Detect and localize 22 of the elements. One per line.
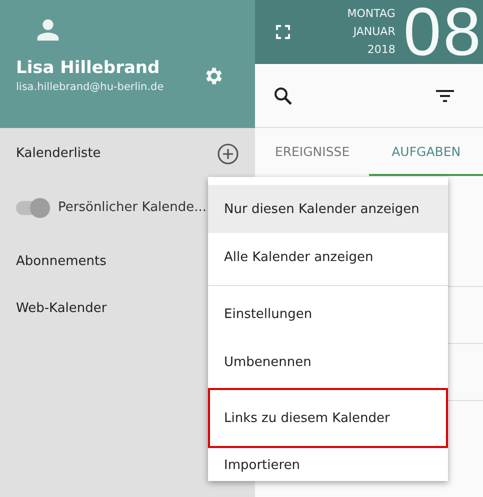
search-icon[interactable] [273, 86, 294, 106]
menu-item[interactable]: Links zu diesem Kalender [208, 388, 448, 448]
sidebar-item[interactable]: Web-Kalender [16, 300, 107, 316]
filter-icon[interactable] [435, 88, 455, 102]
toggle-switch[interactable] [16, 200, 50, 214]
tab[interactable]: EREIGNISSE [255, 128, 370, 176]
user-email: lisa.hillebrand@hu-berlin.de [16, 81, 165, 93]
menu-item[interactable]: Nur diesen Kalender anzeigen [208, 185, 448, 233]
add-icon[interactable] [217, 142, 240, 164]
menu-item[interactable]: Alle Kalender anzeigen [208, 233, 448, 281]
menu-item[interactable]: Einstellungen [208, 290, 448, 338]
user-name: Lisa Hillebrand [16, 58, 161, 78]
weekday-label: MONTAG [347, 6, 396, 22]
sidebar-item[interactable]: Abonnements [16, 254, 106, 269]
section-heading: Kalenderliste [16, 146, 101, 161]
day-number: 08 [403, 0, 483, 64]
fullscreen-icon[interactable] [276, 25, 290, 39]
menu-item[interactable]: Umbenennen [208, 338, 448, 386]
menu-item[interactable]: Importieren [208, 448, 448, 481]
calendar-name[interactable]: Persönlicher Kalende... [58, 200, 207, 215]
month-label: JANUAR [353, 24, 396, 40]
year-label: 2018 [367, 42, 396, 58]
